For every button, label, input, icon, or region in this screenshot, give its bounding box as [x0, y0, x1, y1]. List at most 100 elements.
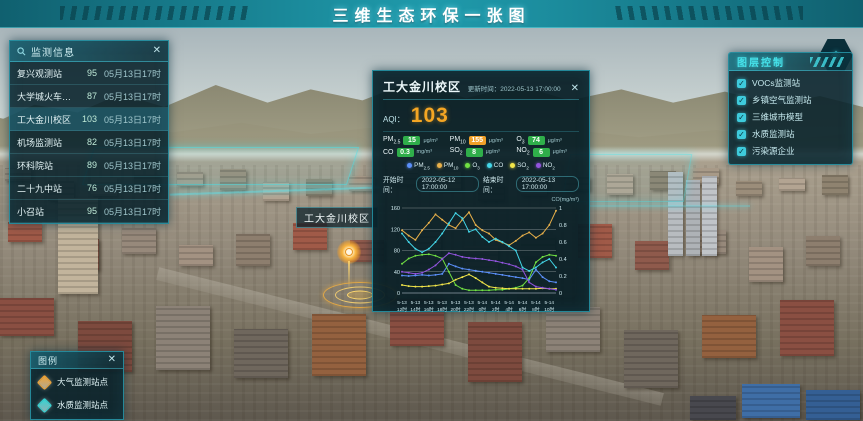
- pollutant-label: O3: [516, 136, 524, 145]
- svg-text:5-14: 5-14: [544, 300, 554, 306]
- station-row[interactable]: 工大金川校区 103 05月13日17时: [10, 108, 168, 131]
- svg-text:40: 40: [394, 270, 400, 276]
- aqi-label: AQI：: [383, 114, 405, 125]
- layer-item[interactable]: ✓ 水质监测站: [737, 128, 844, 140]
- svg-text:14时: 14时: [410, 306, 420, 313]
- station-row[interactable]: 环科院站 89 05月13日17时: [10, 154, 168, 177]
- building-block: [686, 180, 700, 256]
- chart-legend-item[interactable]: SO2: [510, 162, 529, 170]
- legend-dot-icon: [510, 163, 515, 168]
- station-name: 环科院站: [17, 159, 74, 172]
- marker-core: [345, 248, 353, 256]
- pollutant-unit: μg/m³: [553, 149, 567, 155]
- chart-legend-item[interactable]: PM10: [437, 162, 458, 170]
- pollutant-unit: μg/m³: [423, 138, 437, 144]
- layer-item[interactable]: ✓ 三维城市模型: [737, 111, 844, 123]
- station-diamond-icon: [37, 374, 53, 390]
- pollutant-unit: mg/m³: [417, 149, 433, 155]
- building-block: [806, 236, 840, 266]
- map-canvas[interactable]: 工大金川校区 三维生态环保一张图 监测信息 ✕ 复兴观测站 95 05月13日1…: [0, 0, 863, 421]
- checkbox-checked-icon[interactable]: ✓: [737, 147, 746, 156]
- station-row[interactable]: 复兴观测站 95 05月13日17时: [10, 62, 168, 85]
- chart-legend-item[interactable]: NO2: [536, 162, 555, 170]
- start-time-label: 开始时间：: [383, 174, 412, 194]
- legend-dot-icon: [487, 163, 492, 168]
- svg-text:20时: 20时: [450, 306, 460, 313]
- legend-dot-icon: [407, 163, 412, 168]
- hatch-decoration: [810, 57, 844, 67]
- checkbox-checked-icon[interactable]: ✓: [737, 96, 746, 105]
- legend-dot-icon: [437, 163, 442, 168]
- search-icon: [17, 47, 26, 56]
- layer-item[interactable]: ✓ VOCs监测站: [737, 77, 844, 89]
- legend-item: 大气监测站点: [39, 376, 115, 388]
- pollutant-label: PM2.5: [383, 136, 400, 145]
- svg-text:4时: 4时: [505, 306, 513, 313]
- station-name: 机场监测站: [17, 136, 74, 149]
- pollutant-label: CO: [383, 149, 394, 156]
- station-row[interactable]: 机场监测站 82 05月13日17时: [10, 131, 168, 154]
- building-block: [780, 300, 834, 356]
- start-time-input[interactable]: 2022-05-12 17:00:00: [416, 176, 479, 192]
- glow-road-line: [590, 205, 750, 207]
- app-header: 三维生态环保一张图: [0, 0, 863, 28]
- svg-text:160: 160: [391, 206, 400, 212]
- pollutant-unit: μg/m³: [548, 138, 562, 144]
- close-icon[interactable]: ✕: [571, 84, 579, 94]
- layer-item[interactable]: ✓ 污染源企业: [737, 145, 844, 157]
- checkbox-checked-icon[interactable]: ✓: [737, 79, 746, 88]
- svg-text:0.2: 0.2: [559, 274, 567, 280]
- svg-text:5-14: 5-14: [478, 300, 488, 306]
- station-aqi: 87: [74, 91, 97, 101]
- legend-item-label: 大气监测站点: [57, 376, 108, 388]
- building-block: [0, 298, 54, 336]
- close-icon[interactable]: ✕: [153, 46, 161, 56]
- legend-list: 大气监测站点 水质监测站点: [31, 369, 123, 419]
- chart-legend-item[interactable]: O3: [465, 162, 479, 170]
- building-block: [742, 384, 800, 418]
- chart-legend-item[interactable]: PM2.5: [407, 162, 430, 170]
- building-block: [8, 222, 42, 242]
- pollutant-unit: μg/m³: [486, 149, 500, 155]
- legend-panel-header: 图例 ✕: [31, 352, 123, 369]
- layer-item-label: 水质监测站: [752, 128, 795, 140]
- legend-panel-title: 图例: [38, 354, 108, 367]
- svg-text:5-13: 5-13: [437, 300, 447, 306]
- station-detail-popup: 工大金川校区 更新时间：2022-05-13 17:00:00 ✕ AQI： 1…: [372, 70, 590, 312]
- layer-control-panel: 图层控制 ✓ VOCs监测站✓ 乡镇空气监测站✓ 三维城市模型✓ 水质监测站✓ …: [728, 52, 853, 165]
- station-time: 05月13日17时: [97, 113, 161, 126]
- building-block: [635, 241, 669, 270]
- pollutant-trend-chart[interactable]: 0408012016000.20.40.60.815-1312时5-1314时5…: [383, 201, 579, 317]
- station-row[interactable]: 大学城火车东客站 87 05月13日17时: [10, 85, 168, 108]
- end-time-input[interactable]: 2022-05-13 17:00:00: [516, 176, 579, 192]
- layer-panel-title: 图层控制: [737, 54, 785, 69]
- station-row[interactable]: 小召站 95 05月13日17时: [10, 200, 168, 223]
- pollutant-value-badge: 155: [469, 136, 486, 145]
- layer-item-label: 三维城市模型: [752, 111, 803, 123]
- building-block: [624, 330, 678, 388]
- checkbox-checked-icon[interactable]: ✓: [737, 130, 746, 139]
- building-block: [312, 314, 366, 376]
- building-block: [234, 329, 288, 378]
- map-station-label[interactable]: 工大金川校区: [296, 207, 378, 228]
- svg-text:0: 0: [397, 291, 400, 297]
- station-name: 大学城火车东客站: [17, 90, 74, 103]
- checkbox-checked-icon[interactable]: ✓: [737, 113, 746, 122]
- layer-item[interactable]: ✓ 乡镇空气监测站: [737, 94, 844, 106]
- pollutant-value-badge: 6: [533, 148, 550, 157]
- pollutant-value-badge: 8: [466, 148, 483, 157]
- pollutant-cell: NO2 6 μg/m³: [516, 147, 579, 156]
- station-aqi: 95: [74, 206, 97, 216]
- legend-item: 水质监测站点: [39, 399, 115, 411]
- pollutant-label: PM10: [450, 136, 466, 145]
- page-title: 三维生态环保一张图: [332, 2, 530, 26]
- svg-text:5-14: 5-14: [504, 300, 514, 306]
- station-row[interactable]: 二十九中站 76 05月13日17时: [10, 177, 168, 200]
- aqi-value: 103: [411, 104, 449, 128]
- pollutant-cell: SO2 8 μg/m³: [450, 147, 513, 156]
- station-list: 复兴观测站 95 05月13日17时大学城火车东客站 87 05月13日17时工…: [10, 62, 168, 223]
- svg-text:18时: 18时: [437, 306, 447, 313]
- close-icon[interactable]: ✕: [108, 355, 116, 365]
- chart-legend-item[interactable]: CO: [487, 162, 503, 170]
- station-time: 05月13日17时: [97, 136, 161, 149]
